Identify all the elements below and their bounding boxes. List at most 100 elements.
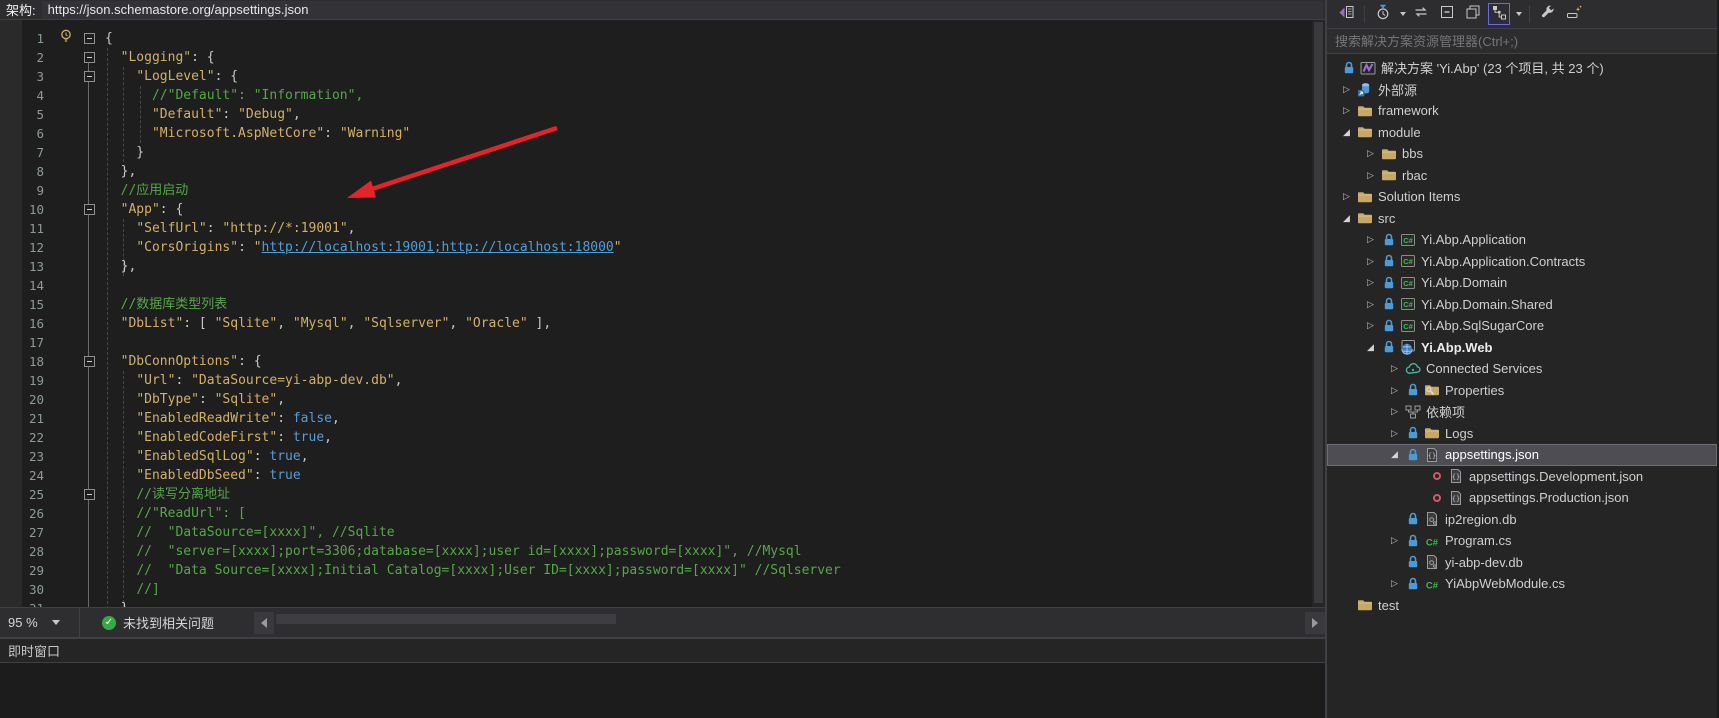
- pending-changes-filter-dropdown-icon[interactable]: [1400, 12, 1406, 16]
- expander-closed-icon[interactable]: ▷: [1338, 191, 1355, 202]
- expander-closed-icon[interactable]: ▷: [1338, 84, 1355, 95]
- expander-open-icon[interactable]: ◢: [1338, 213, 1355, 224]
- code-line-22[interactable]: 22 "EnabledCodeFirst": true,: [0, 428, 1325, 447]
- tree-item-[interactable]: ▷外部源: [1327, 79, 1717, 101]
- fold-collapse-box[interactable]: [84, 489, 95, 500]
- tree-item-yiabpwebmodule.cs[interactable]: ▷C#YiAbpWebModule.cs: [1327, 573, 1717, 595]
- fold-collapse-box[interactable]: [84, 71, 95, 82]
- editor-vertical-scrollbar[interactable]: [1312, 20, 1325, 607]
- file-nesting-button[interactable]: [1488, 3, 1510, 25]
- code-line-10[interactable]: 10 "App": {: [0, 200, 1325, 219]
- scroll-right-button[interactable]: [1305, 612, 1325, 634]
- code-line-8[interactable]: 8 },: [0, 162, 1325, 181]
- code-line-30[interactable]: 30 //]: [0, 580, 1325, 599]
- code-editor[interactable]: 1{2 "Logging": {3 "LogLevel": {4 //"Defa…: [0, 20, 1325, 607]
- tree-item-appsettings.json[interactable]: ◢{}appsettings.json: [1327, 444, 1717, 466]
- zoom-level-select[interactable]: 95 %: [0, 608, 80, 637]
- code-line-9[interactable]: 9 //应用启动: [0, 181, 1325, 200]
- expander-closed-icon[interactable]: ▷: [1386, 385, 1403, 396]
- immediate-window-content[interactable]: [0, 663, 1325, 718]
- code-line-11[interactable]: 11 "SelfUrl": "http://*:19001",: [0, 219, 1325, 238]
- scrollbar-thumb[interactable]: [1314, 22, 1323, 603]
- scrollbar-thumb[interactable]: [276, 614, 616, 624]
- expander-closed-icon[interactable]: ▷: [1386, 406, 1403, 417]
- tree-item-logs[interactable]: ▷Logs: [1327, 423, 1717, 445]
- code-line-21[interactable]: 21 "EnabledReadWrite": false,: [0, 409, 1325, 428]
- fold-collapse-box[interactable]: [84, 33, 95, 44]
- code-line-18[interactable]: 18 "DbConnOptions": {: [0, 352, 1325, 371]
- expander-closed-icon[interactable]: ▷: [1362, 148, 1379, 159]
- search-input[interactable]: [1327, 34, 1717, 49]
- code-line-1[interactable]: 1{: [0, 29, 1325, 48]
- expander-closed-icon[interactable]: ▷: [1362, 320, 1379, 331]
- schema-url-combobox[interactable]: https://json.schemastore.org/appsettings…: [42, 1, 1323, 19]
- code-line-24[interactable]: 24 "EnabledDbSeed": true: [0, 466, 1325, 485]
- expander-closed-icon[interactable]: ▷: [1386, 428, 1403, 439]
- tree-item-program.cs[interactable]: ▷C#Program.cs: [1327, 530, 1717, 552]
- expander-closed-icon[interactable]: ▷: [1362, 299, 1379, 310]
- document-health-indicator[interactable]: ✓ 未找到相关问题: [102, 613, 214, 632]
- tree-item-ip2region.db[interactable]: ip2region.db: [1327, 509, 1717, 531]
- expander-closed-icon[interactable]: ▷: [1386, 535, 1403, 546]
- code-line-27[interactable]: 27 // "DataSource=[xxxx]", //Sqlite: [0, 523, 1325, 542]
- pending-changes-filter-button[interactable]: [1372, 3, 1394, 25]
- expander-closed-icon[interactable]: ▷: [1362, 170, 1379, 181]
- collapse-all-button[interactable]: [1436, 3, 1458, 25]
- scrollbar-track[interactable]: [274, 608, 1305, 637]
- expander-closed-icon[interactable]: ▷: [1338, 105, 1355, 116]
- tree-item-test[interactable]: test: [1327, 595, 1717, 617]
- file-nesting-dropdown-icon[interactable]: [1516, 12, 1522, 16]
- tree-item-yi.abp.sqlsugarcore[interactable]: ▷C#Yi.Abp.SqlSugarCore: [1327, 315, 1717, 337]
- code-line-26[interactable]: 26 //"ReadUrl": [: [0, 504, 1325, 523]
- expander-closed-icon[interactable]: ▷: [1362, 256, 1379, 267]
- code-line-4[interactable]: 4 //"Default": "Information",: [0, 86, 1325, 105]
- code-line-28[interactable]: 28 // "server=[xxxx];port=3306;database=…: [0, 542, 1325, 561]
- expander-closed-icon[interactable]: ▷: [1362, 277, 1379, 288]
- tree-item-yi.abp.application.contracts[interactable]: ▷C#Yi.Abp.Application.Contracts: [1327, 251, 1717, 273]
- show-all-files-button[interactable]: [1462, 3, 1484, 25]
- new-item-button[interactable]: [1563, 3, 1585, 25]
- code-line-5[interactable]: 5 "Default": "Debug",: [0, 105, 1325, 124]
- tree-item-[interactable]: ▷依赖项: [1327, 401, 1717, 423]
- expander-open-icon[interactable]: ◢: [1362, 342, 1379, 353]
- tree-item-yi.abp-23-23[interactable]: 解决方案 'Yi.Abp' (23 个项目, 共 23 个): [1327, 57, 1717, 79]
- code-line-23[interactable]: 23 "EnabledSqlLog": true,: [0, 447, 1325, 466]
- tree-item-appsettings.development.json[interactable]: {}appsettings.Development.json: [1327, 466, 1717, 488]
- code-line-31[interactable]: 31 },: [0, 599, 1325, 607]
- fold-collapse-box[interactable]: [84, 52, 95, 63]
- code-line-17[interactable]: 17: [0, 333, 1325, 352]
- code-line-12[interactable]: 12 "CorsOrigins": "http://localhost:1900…: [0, 238, 1325, 257]
- tree-item-module[interactable]: ◢module: [1327, 122, 1717, 144]
- code-line-25[interactable]: 25 //读写分离地址: [0, 485, 1325, 504]
- tree-item-bbs[interactable]: ▷bbs: [1327, 143, 1717, 165]
- code-line-2[interactable]: 2 "Logging": {: [0, 48, 1325, 67]
- code-line-15[interactable]: 15 //数据库类型列表: [0, 295, 1325, 314]
- expander-closed-icon[interactable]: ▷: [1386, 578, 1403, 589]
- expander-open-icon[interactable]: ◢: [1338, 127, 1355, 138]
- scroll-left-button[interactable]: [254, 612, 274, 634]
- code-line-29[interactable]: 29 // "Data Source=[xxxx];Initial Catalo…: [0, 561, 1325, 580]
- code-line-19[interactable]: 19 "Url": "DataSource=yi-abp-dev.db",: [0, 371, 1325, 390]
- sync-with-active-document-button[interactable]: [1410, 3, 1432, 25]
- tree-item-yi.abp.web[interactable]: ◢Yi.Abp.Web: [1327, 337, 1717, 359]
- fold-collapse-box[interactable]: [84, 204, 95, 215]
- tree-item-yi.abp.domain.shared[interactable]: ▷C#Yi.Abp.Domain.Shared: [1327, 294, 1717, 316]
- expander-open-icon[interactable]: ◢: [1386, 449, 1403, 460]
- tree-item-src[interactable]: ◢src: [1327, 208, 1717, 230]
- fold-collapse-box[interactable]: [84, 356, 95, 367]
- tree-item-rbac[interactable]: ▷rbac: [1327, 165, 1717, 187]
- tree-item-yi.abp.domain[interactable]: ▷C#Yi.Abp.Domain: [1327, 272, 1717, 294]
- switch-views-button[interactable]: [1335, 3, 1357, 25]
- lightbulb-icon[interactable]: [58, 28, 74, 50]
- code-line-7[interactable]: 7 }: [0, 143, 1325, 162]
- expander-closed-icon[interactable]: ▷: [1362, 234, 1379, 245]
- horizontal-scrollbar[interactable]: [254, 608, 1325, 637]
- tree-item-properties[interactable]: ▷Properties: [1327, 380, 1717, 402]
- properties-button[interactable]: [1537, 3, 1559, 25]
- code-line-20[interactable]: 20 "DbType": "Sqlite",: [0, 390, 1325, 409]
- tree-item-solution-items[interactable]: ▷Solution Items: [1327, 186, 1717, 208]
- code-line-13[interactable]: 13 },: [0, 257, 1325, 276]
- tree-item-yi.abp.application[interactable]: ▷C#Yi.Abp.Application: [1327, 229, 1717, 251]
- code-line-14[interactable]: 14: [0, 276, 1325, 295]
- tree-item-yi-abp-dev.db[interactable]: yi-abp-dev.db: [1327, 552, 1717, 574]
